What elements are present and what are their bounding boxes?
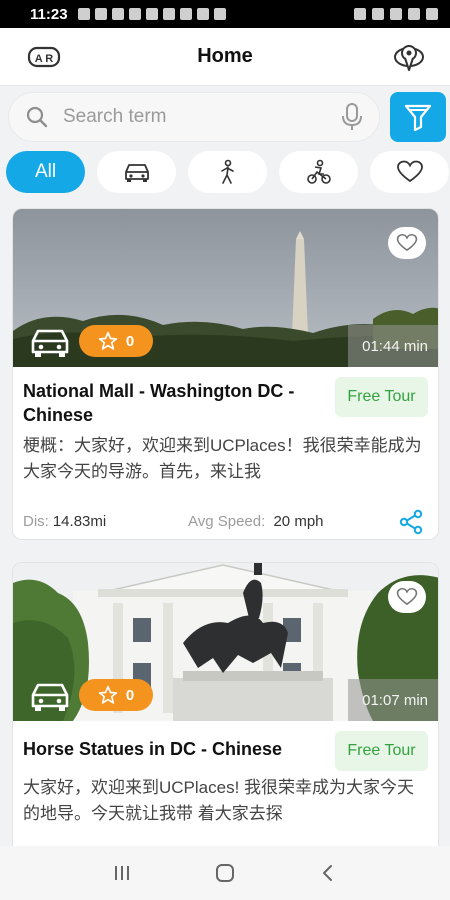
system-nav-bar	[0, 846, 450, 900]
tour-photo[interactable]: 0 01:44 min	[13, 209, 438, 367]
back-icon	[323, 865, 333, 881]
microphone-icon[interactable]	[341, 102, 363, 132]
app-header: A R Home	[0, 28, 450, 86]
favorite-button[interactable]	[388, 227, 426, 259]
location-button[interactable]	[392, 40, 426, 74]
chip-all-label: All	[34, 161, 57, 182]
search-input[interactable]: Search term	[63, 106, 341, 128]
svg-text:A R: A R	[35, 53, 54, 65]
tour-card[interactable]: 0 01:44 min National Mall - Washington D…	[12, 208, 439, 540]
share-icon[interactable]	[398, 509, 424, 535]
walk-icon	[220, 159, 234, 184]
speed-group: Avg Speed: 20 mph	[188, 513, 324, 530]
duration-label: 01:07 min	[348, 679, 438, 721]
ar-button[interactable]: A R	[26, 43, 62, 71]
search-icon	[26, 106, 48, 128]
home-icon	[215, 864, 234, 882]
chip-bike[interactable]	[279, 151, 358, 193]
favorite-button[interactable]	[388, 581, 426, 613]
filter-icon	[404, 104, 432, 132]
star-icon	[98, 331, 117, 350]
car-icon	[31, 683, 69, 711]
home-button[interactable]	[210, 858, 240, 888]
distance-value: 14.83mi	[52, 512, 107, 530]
tour-description: 梗概：大家好，欢迎来到UCPlaces！我很荣幸能成为大家今天的导游。首先，来让…	[23, 436, 422, 481]
tour-title[interactable]: National Mall - Washington DC - Chinese	[23, 379, 335, 427]
back-button[interactable]	[313, 858, 343, 888]
recent-apps-button[interactable]	[107, 858, 137, 888]
tour-card[interactable]: 0 01:07 min Horse Statues in DC - Chines…	[12, 562, 439, 862]
rating-badge: 0	[79, 679, 153, 711]
recent-apps-icon	[114, 866, 129, 880]
location-pin-icon	[394, 45, 424, 71]
chip-car[interactable]	[97, 151, 176, 193]
chip-walk[interactable]	[188, 151, 267, 193]
car-icon	[31, 329, 69, 357]
duration-label: 01:44 min	[348, 325, 438, 367]
page-title: Home	[197, 45, 253, 67]
ar-icon: A R	[27, 46, 61, 68]
status-bar: 11:23	[0, 0, 450, 28]
chip-favorites[interactable]	[370, 151, 449, 193]
car-icon	[124, 164, 149, 182]
rating-value: 0	[125, 686, 135, 704]
heart-icon	[396, 587, 418, 606]
notification-icons	[77, 8, 226, 20]
system-icons	[354, 8, 438, 20]
search-bar[interactable]: Search term	[8, 92, 380, 142]
rating-value: 0	[125, 332, 135, 350]
distance-label: Dis:	[23, 512, 49, 530]
speed-value: 20 mph	[273, 512, 324, 530]
free-tour-badge: Free Tour	[335, 731, 428, 771]
tour-photo[interactable]: 0 01:07 min	[13, 563, 438, 721]
heart-icon	[396, 160, 423, 183]
filter-button[interactable]	[390, 92, 446, 142]
tour-meta: Dis: 14.83mi Avg Speed: 20 mph	[23, 501, 428, 539]
rating-badge: 0	[79, 325, 153, 357]
speed-label: Avg Speed:	[188, 512, 266, 530]
star-icon	[98, 685, 117, 704]
tour-description: 大家好，欢迎来到UCPlaces! 我很荣幸成为大家今天的地导。今天就让我带 着…	[23, 778, 415, 823]
category-chips: All	[6, 151, 450, 195]
status-time: 11:23	[30, 5, 68, 23]
bike-icon	[306, 159, 331, 184]
free-tour-badge: Free Tour	[335, 377, 428, 417]
heart-icon	[396, 233, 418, 252]
chip-all[interactable]: All	[6, 151, 85, 193]
tour-title[interactable]: Horse Statues in DC - Chinese	[23, 737, 335, 761]
